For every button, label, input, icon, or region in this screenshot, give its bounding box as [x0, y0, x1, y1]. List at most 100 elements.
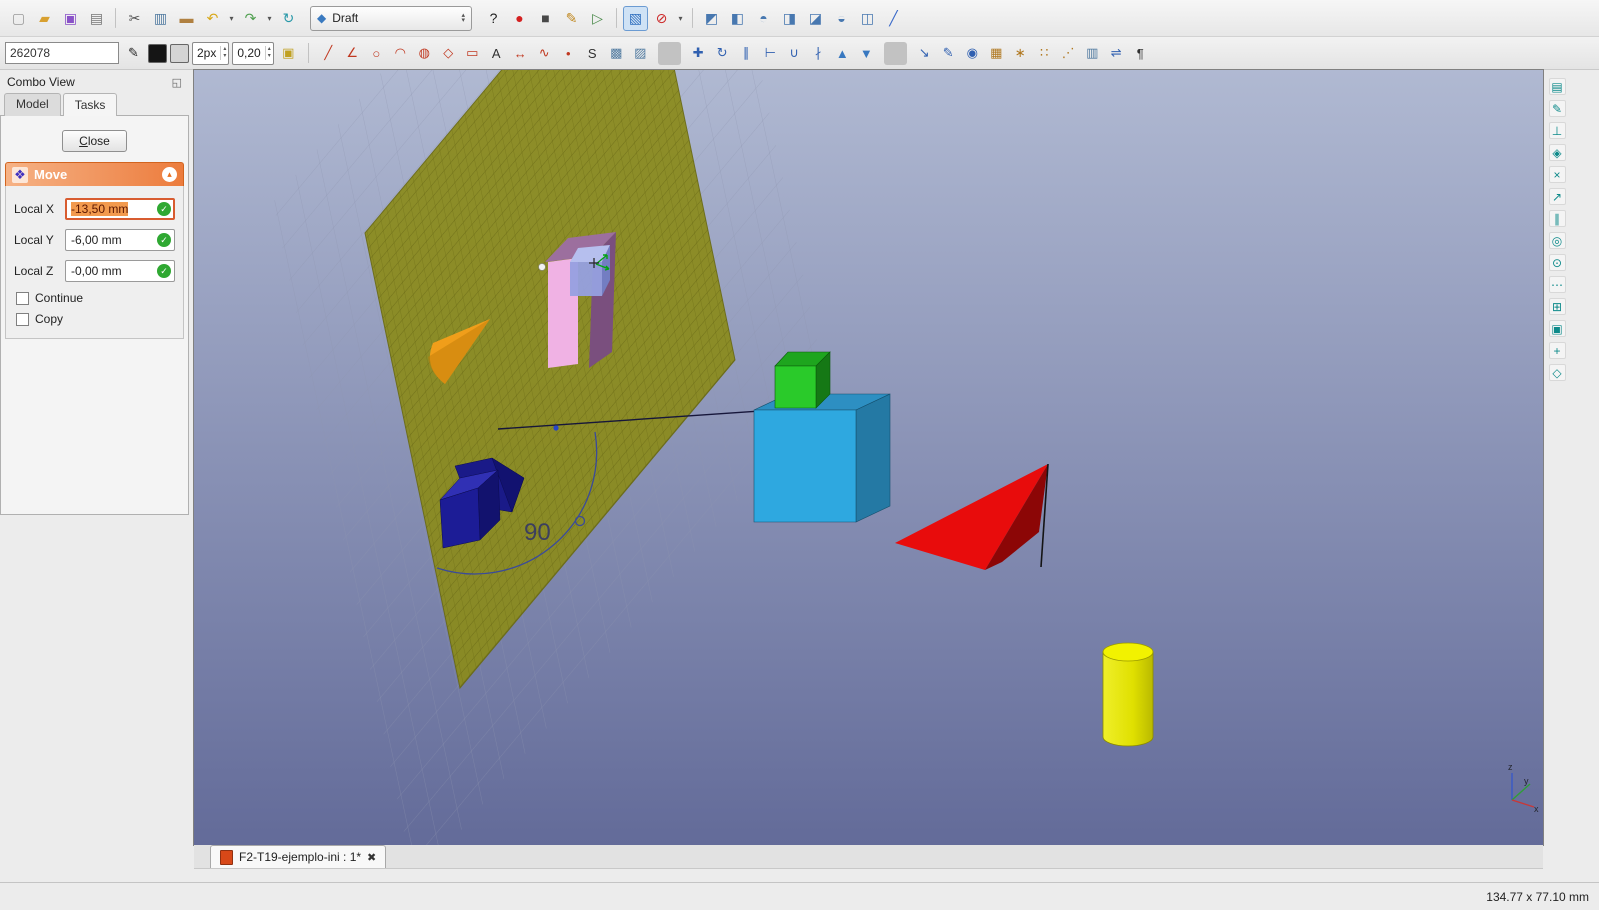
macro-play-button[interactable]: ▷ [585, 6, 610, 31]
draft-clone-button[interactable]: ▥ [1081, 42, 1104, 65]
draft-hatch-button[interactable]: ▨ [629, 42, 652, 65]
view-rear-button[interactable]: ◪ [803, 6, 828, 31]
draft-arc-button[interactable]: ◠ [389, 42, 412, 65]
redo-button[interactable]: ↷ [238, 6, 263, 31]
view-front-button[interactable]: ◧ [725, 6, 750, 31]
snap-near-button[interactable]: ⊙ [1548, 254, 1566, 271]
snap-midpoint-button[interactable]: ◇ [1548, 364, 1566, 381]
draft-dimension-button[interactable]: ↔ [509, 42, 532, 65]
draft-polygon-button[interactable]: ◇ [437, 42, 460, 65]
open-file-button[interactable]: ▰ [32, 6, 57, 31]
draft-polyline-button[interactable]: ∠ [341, 42, 364, 65]
snap-ortho-button[interactable]: ⋯ [1548, 276, 1566, 293]
spinner-arrows-icon[interactable]: ▴ ▾ [264, 46, 273, 60]
spinner-arrows-icon[interactable]: ▴ ▾ [220, 46, 228, 60]
save-file-button[interactable]: ▣ [58, 6, 83, 31]
line-color-swatch[interactable] [148, 43, 167, 63]
draft-offset-button[interactable]: ∥ [735, 42, 758, 65]
set-style-button[interactable]: ✎ [122, 42, 145, 65]
view-top-button[interactable]: ◓ [751, 6, 776, 31]
draft-rotate-button[interactable]: ↻ [711, 42, 734, 65]
draft-move-button[interactable]: ✚ [687, 42, 710, 65]
cut-button[interactable]: ✂ [122, 6, 147, 31]
draft-polar-array-button[interactable]: ∗ [1009, 42, 1032, 65]
copy-checkbox[interactable]: Copy [16, 312, 175, 326]
draft-join-button[interactable]: ∪ [783, 42, 806, 65]
undo-button[interactable]: ↶ [200, 6, 225, 31]
close-document-icon[interactable]: ✖ [367, 851, 376, 864]
tab-tasks[interactable]: Tasks [62, 93, 118, 116]
yellow-cylinder-object[interactable] [1102, 642, 1154, 747]
draft-facebinder-button[interactable]: ▩ [605, 42, 628, 65]
snap-extension-button[interactable]: ↗ [1548, 188, 1566, 205]
view-left-button[interactable]: ◫ [855, 6, 880, 31]
snap-special-button[interactable]: ◎ [1548, 232, 1566, 249]
draft-circle-button[interactable]: ○ [365, 42, 388, 65]
draft-array-button[interactable]: ▦ [985, 42, 1008, 65]
snap-lock-button[interactable]: ▤ [1548, 78, 1566, 95]
refresh-button[interactable]: ↻ [276, 6, 301, 31]
continue-checkbox[interactable]: Continue [16, 291, 175, 305]
draft-shapestring-button[interactable]: S [581, 42, 604, 65]
tab-model[interactable]: Model [4, 93, 61, 116]
draft-annotation-style-button[interactable]: ¶ [1129, 42, 1152, 65]
snap-working-plane-button[interactable]: ▣ [1548, 320, 1566, 337]
coordinate-input[interactable]: -13,50 mm ✓ [65, 198, 175, 220]
draft-split-button[interactable]: ∤ [807, 42, 830, 65]
whats-this-button[interactable]: ? [481, 6, 506, 31]
collapse-task-icon[interactable]: ▴ [162, 167, 177, 182]
checkbox-box[interactable] [16, 291, 29, 305]
face-color-swatch[interactable] [170, 43, 189, 63]
draw-style-dropdown[interactable]: ▾ [675, 6, 686, 31]
draft-text-button[interactable]: A [485, 42, 508, 65]
workbench-selector[interactable]: ◆ Draft ▴ ▾ [310, 5, 472, 31]
line-width-spinbox[interactable]: 2px ▴ ▾ [192, 41, 230, 65]
paste-button[interactable]: ▬ [174, 6, 199, 31]
snap-parallel-button[interactable]: ∥ [1548, 210, 1566, 227]
copy-button[interactable]: ▥ [148, 6, 173, 31]
small-cube-object[interactable] [570, 245, 610, 296]
close-task-button[interactable]: Close [62, 130, 127, 152]
document-tab[interactable]: F2-T19-ejemplo-ini : 1* ✖ [210, 845, 387, 868]
coordinate-input[interactable]: -6,00 mm ✓ [65, 229, 175, 251]
draft-scale-button[interactable]: ↘ [913, 42, 936, 65]
draft-bspline-button[interactable]: ∿ [533, 42, 556, 65]
draft-subelement-button[interactable]: ◉ [961, 42, 984, 65]
snap-perpendicular-button[interactable]: ⊥ [1548, 122, 1566, 139]
draft-line-button[interactable]: ╱ [317, 42, 340, 65]
draft-upgrade-button[interactable]: ▲ [831, 42, 854, 65]
view-right-button[interactable]: ◨ [777, 6, 802, 31]
draft-edit-button[interactable]: ✎ [937, 42, 960, 65]
macro-edit-button[interactable]: ✎ [559, 6, 584, 31]
view-isometric-button[interactable]: ◩ [699, 6, 724, 31]
blue-cube-object[interactable] [753, 393, 891, 523]
draft-point-button[interactable]: • [557, 42, 580, 65]
draw-style-button[interactable]: ⊘ [649, 6, 674, 31]
draft-ellipse-button[interactable]: ◍ [413, 42, 436, 65]
draft-command-input[interactable] [5, 42, 119, 64]
new-file-button[interactable]: ▢ [6, 6, 31, 31]
draft-mirror-button[interactable]: ⇌ [1105, 42, 1128, 65]
draft-rectangle-button[interactable]: ▭ [461, 42, 484, 65]
measure-distance-button[interactable]: ╱ [881, 6, 906, 31]
snap-grid-button[interactable]: ⊞ [1548, 298, 1566, 315]
snap-dimensions-button[interactable]: + [1548, 342, 1566, 359]
coordinate-input[interactable]: -0,00 mm ✓ [65, 260, 175, 282]
draft-point-array-button[interactable]: ∷ [1033, 42, 1056, 65]
print-button[interactable]: ▤ [84, 6, 109, 31]
green-cube-object[interactable] [774, 351, 831, 409]
3d-viewport[interactable]: 90 z y x [193, 0, 1544, 885]
redo-dropdown[interactable]: ▾ [264, 6, 275, 31]
box-zoom-button[interactable]: ▧ [623, 5, 648, 31]
move-task-header[interactable]: ❖ Move ▴ [5, 162, 184, 186]
snap-center-button[interactable]: × [1548, 166, 1566, 183]
draft-downgrade-button[interactable]: ▼ [855, 42, 878, 65]
checkbox-box[interactable] [16, 312, 29, 326]
undo-dropdown[interactable]: ▾ [226, 6, 237, 31]
snap-angle-button[interactable]: ◈ [1548, 144, 1566, 161]
view-bottom-button[interactable]: ◒ [829, 6, 854, 31]
draft-trimex-button[interactable]: ⊢ [759, 42, 782, 65]
macro-record-button[interactable]: ● [507, 6, 532, 31]
snap-endpoint-button[interactable]: ✎ [1548, 100, 1566, 117]
draft-path-array-button[interactable]: ⋰ [1057, 42, 1080, 65]
